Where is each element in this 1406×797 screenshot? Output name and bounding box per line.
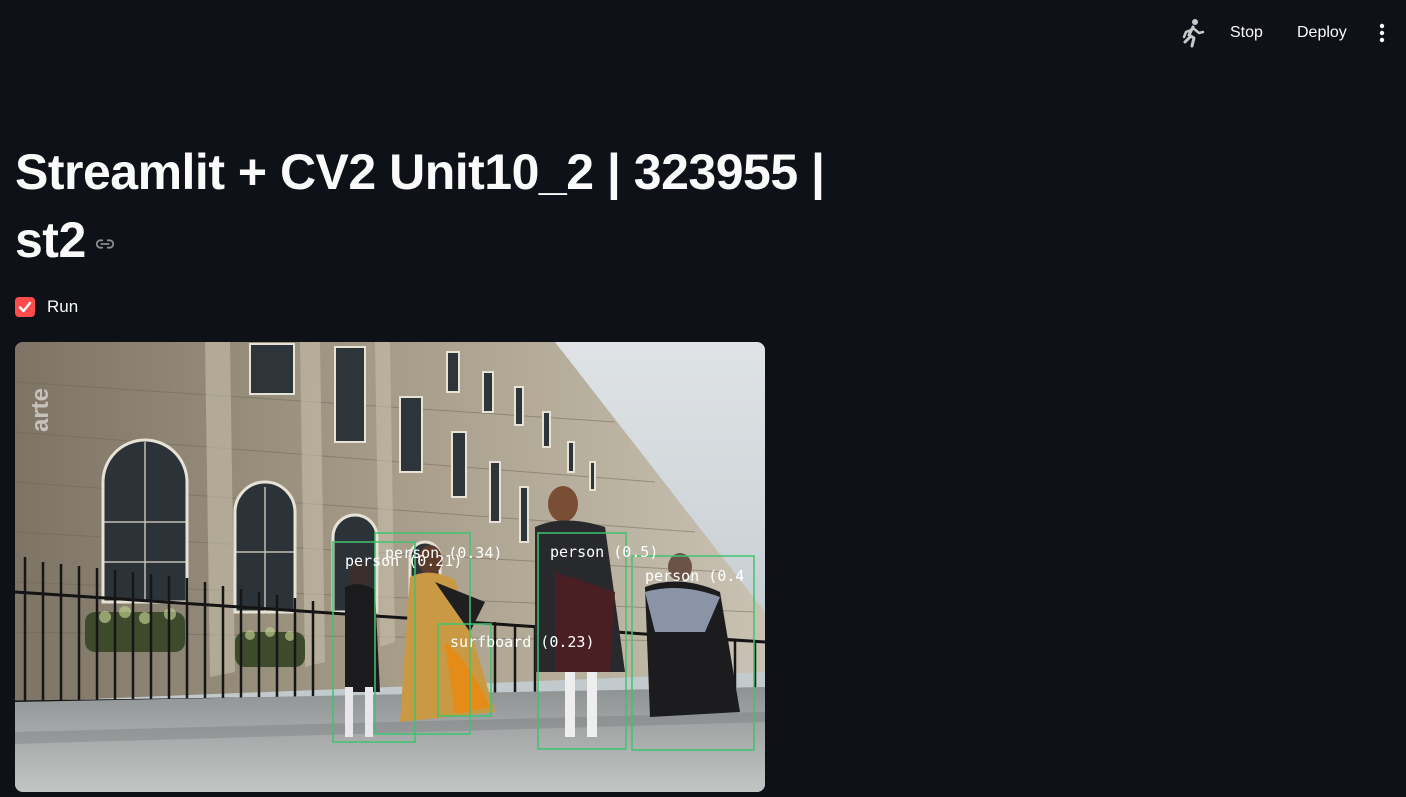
link-icon[interactable]: [94, 233, 116, 255]
run-checkbox[interactable]: Run: [15, 295, 78, 319]
deploy-button[interactable]: Deploy: [1297, 20, 1347, 46]
detection-label: person (0.34): [385, 544, 502, 562]
run-checkbox-label: Run: [47, 297, 79, 316]
detection-label: person (0.5): [550, 543, 658, 561]
running-man-icon: [1182, 19, 1205, 48]
checkmark-icon: [18, 301, 32, 313]
kebab-menu-icon: [1379, 23, 1385, 43]
video-frame-image: arte person (0.21) person (0.34) person …: [15, 342, 765, 792]
video-frame: arte person (0.21) person (0.34) person …: [15, 342, 765, 792]
checkbox-checked[interactable]: [15, 297, 35, 317]
streamlit-app: Stop Deploy Streamlit + CV2 Unit10_2 | 3…: [0, 0, 1406, 797]
detection-label: surfboard (0.23): [450, 633, 595, 651]
detection-label: person (0.4: [645, 567, 744, 585]
stop-button[interactable]: Stop: [1230, 20, 1263, 46]
page-title: Streamlit + CV2 Unit10_2 | 323955 | st2: [15, 138, 875, 274]
watermark-text: arte: [27, 388, 54, 432]
page-title-text: Streamlit + CV2 Unit10_2 | 323955 | st2: [15, 144, 825, 268]
main-menu-button[interactable]: [1370, 18, 1394, 48]
